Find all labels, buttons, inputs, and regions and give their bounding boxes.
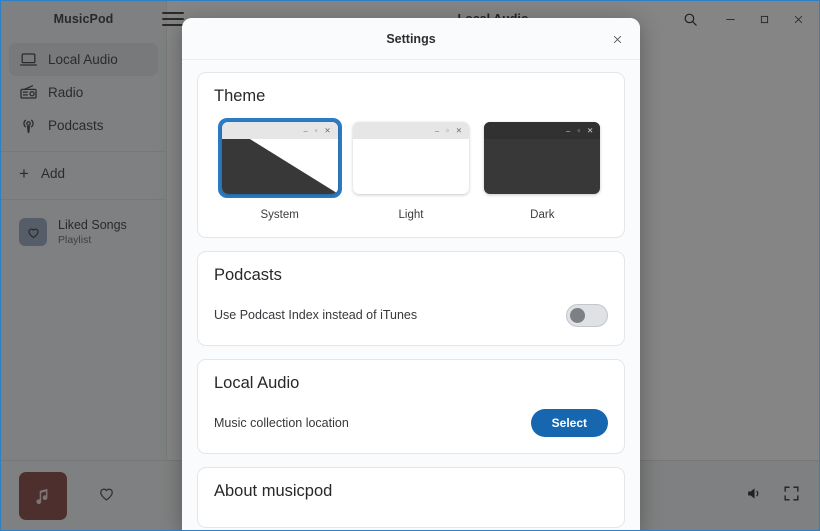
- theme-heading: Theme: [214, 87, 266, 105]
- close-icon: ✕: [324, 125, 331, 135]
- minimize-icon: –: [303, 125, 308, 135]
- minimize-icon: –: [566, 125, 571, 135]
- dialog-title: Settings: [386, 31, 436, 46]
- theme-preview-titlebar: – ▫ ✕: [221, 122, 338, 139]
- local-audio-card: Local Audio Music collection location Se…: [197, 359, 625, 454]
- podcasts-heading: Podcasts: [214, 266, 282, 284]
- theme-option-dark[interactable]: – ▫ ✕ Dark: [477, 118, 608, 221]
- maximize-icon: ▫: [446, 125, 449, 135]
- theme-preview-dark: – ▫ ✕: [484, 122, 601, 194]
- podcast-index-label: Use Podcast Index instead of iTunes: [214, 308, 418, 322]
- theme-frame-dark: – ▫ ✕: [480, 118, 604, 198]
- settings-dialog: Settings Theme – ▫ ✕ System – ▫ ✕ Light …: [182, 18, 640, 530]
- toggle-knob: [570, 307, 585, 323]
- close-icon: ✕: [455, 125, 462, 135]
- theme-preview-system: – ▫ ✕: [221, 122, 338, 194]
- podcasts-card: Podcasts Use Podcast Index instead of iT…: [197, 251, 625, 346]
- theme-options: – ▫ ✕ System – ▫ ✕ Light – ▫ ✕ Dark: [214, 118, 608, 221]
- theme-preview-light: – ▫ ✕: [352, 122, 469, 194]
- close-icon[interactable]: [602, 24, 632, 54]
- maximize-icon: ▫: [314, 125, 318, 135]
- theme-label: Light: [398, 209, 424, 221]
- local-audio-heading: Local Audio: [214, 374, 300, 392]
- theme-label: Dark: [530, 209, 555, 221]
- music-collection-row: Music collection location Select: [214, 409, 608, 437]
- podcast-index-toggle[interactable]: [566, 303, 608, 327]
- select-button[interactable]: Select: [530, 409, 608, 437]
- about-card: About musicpod: [197, 467, 625, 528]
- music-collection-label: Music collection location: [214, 416, 349, 430]
- app-window: MusicPod Local Audio: [0, 0, 820, 531]
- settings-dialog-header: Settings: [182, 18, 640, 60]
- theme-preview-titlebar: – ▫ ✕: [484, 122, 601, 139]
- theme-label: System: [260, 209, 299, 221]
- theme-frame-system: – ▫ ✕: [217, 118, 342, 198]
- podcast-index-row: Use Podcast Index instead of iTunes: [214, 301, 608, 329]
- about-heading: About musicpod: [214, 482, 333, 500]
- close-icon: ✕: [587, 125, 594, 135]
- theme-option-light[interactable]: – ▫ ✕ Light: [345, 118, 476, 221]
- theme-frame-light: – ▫ ✕: [349, 118, 473, 198]
- settings-dialog-body: Theme – ▫ ✕ System – ▫ ✕ Light – ▫ ✕ Dar…: [182, 60, 640, 530]
- theme-preview-titlebar: – ▫ ✕: [352, 122, 469, 139]
- theme-option-system[interactable]: – ▫ ✕ System: [214, 118, 345, 221]
- theme-card: Theme – ▫ ✕ System – ▫ ✕ Light – ▫ ✕ Dar…: [197, 72, 625, 238]
- maximize-icon: ▫: [577, 125, 581, 135]
- minimize-icon: –: [434, 125, 440, 135]
